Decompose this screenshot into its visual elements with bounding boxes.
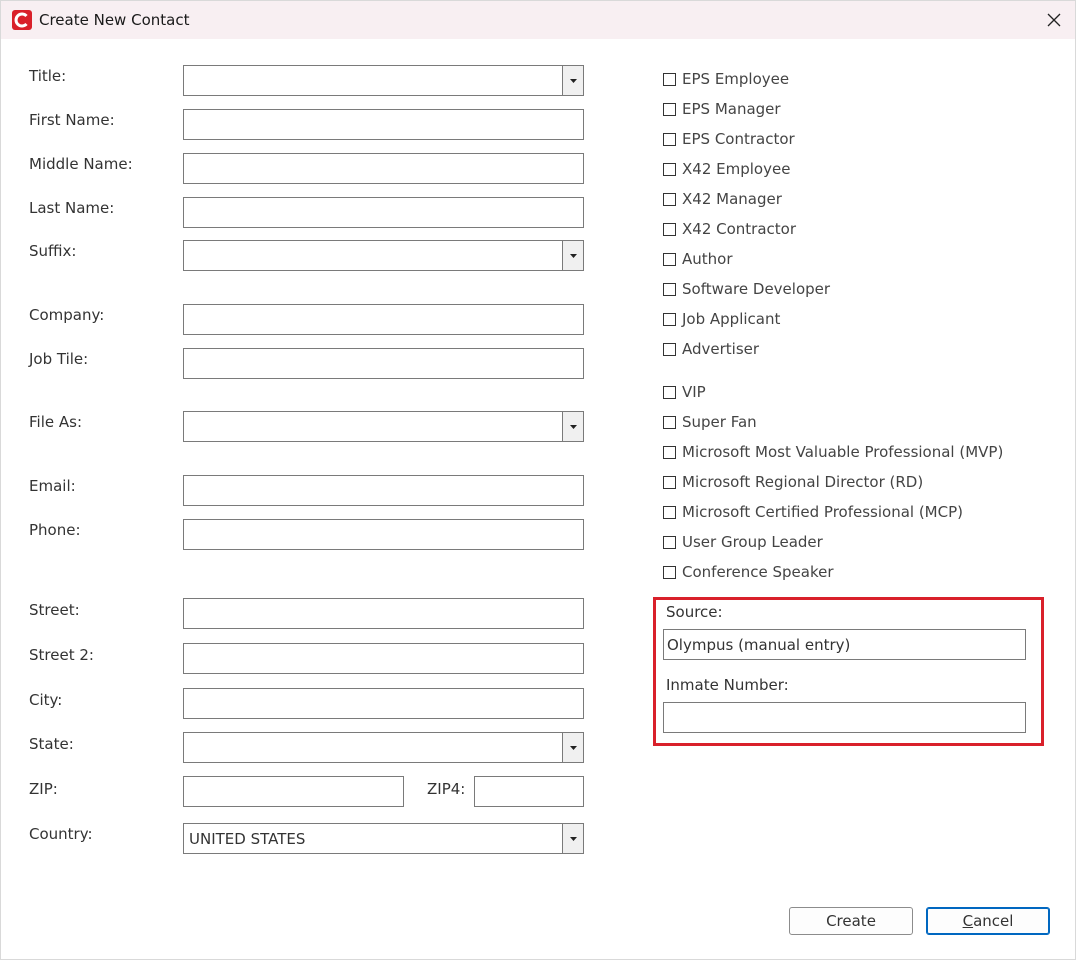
state-dropdown-button[interactable] [562, 733, 583, 762]
checkbox-box[interactable] [663, 252, 676, 266]
company-input[interactable] [183, 304, 584, 335]
app-logo-icon [12, 10, 32, 30]
checkbox-box[interactable] [663, 282, 676, 296]
city-label: City: [29, 691, 63, 709]
email-input[interactable] [183, 475, 584, 506]
street-label: Street: [29, 601, 80, 619]
checkbox-box[interactable] [663, 342, 676, 356]
checkbox-x42-contractor[interactable]: X42 Contractor [663, 219, 796, 239]
checkbox-box[interactable] [663, 192, 676, 206]
file-as-dropdown-button[interactable] [562, 412, 583, 441]
inmate-number-label: Inmate Number: [666, 676, 789, 694]
middle-name-input[interactable] [183, 153, 584, 184]
checkbox-box[interactable] [663, 312, 676, 326]
title-select[interactable] [183, 65, 584, 96]
checkbox-box[interactable] [663, 162, 676, 176]
first-name-label: First Name: [29, 111, 115, 129]
company-label: Company: [29, 306, 105, 324]
checkbox-x42-manager[interactable]: X42 Manager [663, 189, 782, 209]
checkbox-job-applicant[interactable]: Job Applicant [663, 309, 780, 329]
checkbox-eps-manager[interactable]: EPS Manager [663, 99, 781, 119]
title-dropdown-button[interactable] [562, 66, 583, 95]
checkbox-box[interactable] [663, 222, 676, 236]
checkbox-eps-employee[interactable]: EPS Employee [663, 69, 789, 89]
checkbox-author[interactable]: Author [663, 249, 733, 269]
dropdown-arrow-icon [569, 836, 577, 841]
dropdown-arrow-icon [569, 78, 577, 83]
country-label: Country: [29, 825, 93, 843]
cancel-label-rest: ancel [973, 912, 1014, 930]
dropdown-arrow-icon [569, 745, 577, 750]
inmate-number-input[interactable] [663, 702, 1026, 733]
country-dropdown-button[interactable] [562, 824, 583, 853]
source-input[interactable] [663, 629, 1026, 660]
create-contact-dialog: Create New Contact Title: First Name: Mi… [0, 0, 1076, 960]
last-name-input[interactable] [183, 197, 584, 228]
dropdown-arrow-icon [569, 424, 577, 429]
checkbox-box[interactable] [663, 565, 676, 579]
checkbox-box[interactable] [663, 385, 676, 399]
checkbox-box[interactable] [663, 505, 676, 519]
checkbox-box[interactable] [663, 102, 676, 116]
checkbox-box[interactable] [663, 535, 676, 549]
zip-input[interactable] [183, 776, 404, 807]
street2-input[interactable] [183, 643, 584, 674]
phone-label: Phone: [29, 521, 81, 539]
zip-label: ZIP: [29, 780, 58, 798]
checkbox-eps-contractor[interactable]: EPS Contractor [663, 129, 795, 149]
checkbox-box[interactable] [663, 415, 676, 429]
checkbox-vip[interactable]: VIP [663, 382, 706, 402]
suffix-select[interactable] [183, 240, 584, 271]
dropdown-arrow-icon [569, 253, 577, 258]
job-title-input[interactable] [183, 348, 584, 379]
checkbox-mcp[interactable]: Microsoft Certified Professional (MCP) [663, 502, 963, 522]
checkbox-box[interactable] [663, 475, 676, 489]
job-title-label: Job Tile: [29, 350, 89, 368]
checkbox-x42-employee[interactable]: X42 Employee [663, 159, 790, 179]
close-icon [1047, 13, 1061, 27]
country-select-value: UNITED STATES [189, 830, 306, 848]
zip4-label: ZIP4: [427, 780, 466, 798]
suffix-label: Suffix: [29, 242, 77, 260]
city-input[interactable] [183, 688, 584, 719]
email-label: Email: [29, 477, 76, 495]
suffix-dropdown-button[interactable] [562, 241, 583, 270]
middle-name-label: Middle Name: [29, 155, 133, 173]
phone-input[interactable] [183, 519, 584, 550]
cancel-button[interactable]: Cancel [926, 907, 1050, 935]
first-name-input[interactable] [183, 109, 584, 140]
checkbox-mvp[interactable]: Microsoft Most Valuable Professional (MV… [663, 442, 1003, 462]
create-button[interactable]: Create [789, 907, 913, 935]
checkbox-user-group-leader[interactable]: User Group Leader [663, 532, 823, 552]
close-button[interactable] [1039, 7, 1069, 33]
street2-label: Street 2: [29, 646, 94, 664]
checkbox-software-developer[interactable]: Software Developer [663, 279, 830, 299]
title-label: Title: [29, 67, 67, 85]
checkbox-box[interactable] [663, 132, 676, 146]
checkbox-box[interactable] [663, 445, 676, 459]
checkbox-regional-director[interactable]: Microsoft Regional Director (RD) [663, 472, 923, 492]
zip4-input[interactable] [474, 776, 584, 807]
state-label: State: [29, 735, 74, 753]
checkbox-super-fan[interactable]: Super Fan [663, 412, 757, 432]
state-select[interactable] [183, 732, 584, 763]
street-input[interactable] [183, 598, 584, 629]
file-as-label: File As: [29, 413, 82, 431]
cancel-accesskey: C [962, 912, 974, 930]
checkbox-conference-speaker[interactable]: Conference Speaker [663, 562, 834, 582]
file-as-select[interactable] [183, 411, 584, 442]
window-title: Create New Contact [39, 11, 190, 29]
source-label: Source: [666, 603, 723, 621]
checkbox-box[interactable] [663, 72, 676, 86]
last-name-label: Last Name: [29, 199, 115, 217]
country-select[interactable]: UNITED STATES [183, 823, 584, 854]
checkbox-advertiser[interactable]: Advertiser [663, 339, 759, 359]
title-bar: Create New Contact [1, 1, 1075, 39]
